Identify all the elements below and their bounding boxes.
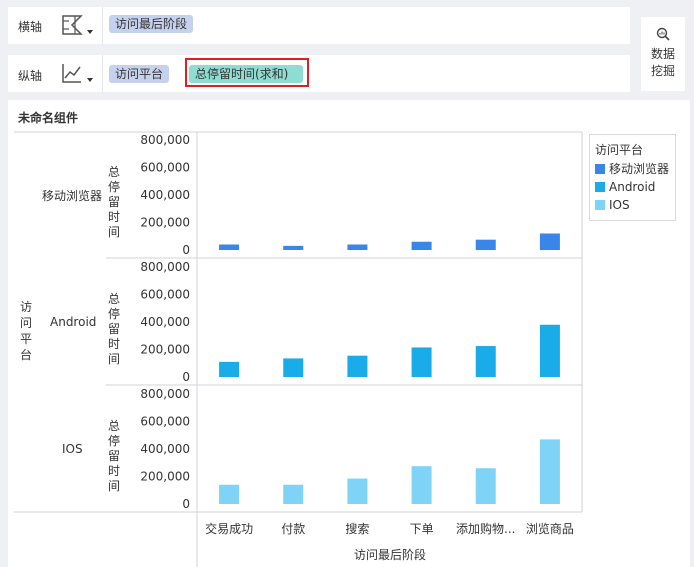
y-tick-label: 200,000 <box>140 343 190 357</box>
y-tick-label: 600,000 <box>140 288 190 302</box>
x-tick-label: 付款 <box>281 522 305 536</box>
y-tick-label: 800,000 <box>140 133 190 147</box>
x-tick-label: 搜索 <box>345 521 369 536</box>
y-tick-label: 600,000 <box>140 161 190 175</box>
legend-item-ios[interactable]: IOS <box>595 197 630 213</box>
legend-label-mobile: 移动浏览器 <box>609 162 670 176</box>
y-tick-label: 200,000 <box>140 216 190 230</box>
y-tick-label: 0 <box>182 497 190 511</box>
panel-ylabel-android: 总停留时间 <box>108 292 120 366</box>
panel-mobile: 800,000 600,000 400,000 200,000 0 总停留时间 <box>108 133 560 257</box>
bar-mobile-1[interactable] <box>283 245 304 250</box>
bar-android-3[interactable] <box>411 347 432 377</box>
bar-ios-2[interactable] <box>347 478 368 504</box>
bar-android-2[interactable] <box>347 355 368 377</box>
y-tick-label: 0 <box>182 243 190 257</box>
y-tick-label: 0 <box>182 370 190 384</box>
row-header-ios: IOS <box>62 442 83 456</box>
x-axis-title: 访问最后阶段 <box>354 547 426 562</box>
bar-android-5[interactable] <box>539 324 560 377</box>
x-tick-label: 交易成功 <box>205 521 253 536</box>
bar-android-0[interactable] <box>219 361 240 377</box>
row-header-android: Android <box>50 315 96 329</box>
y-tick-label: 800,000 <box>140 260 190 274</box>
trellis-bar-chart: 移动浏览器 Android IOS 800,000 600,000 400,000 2… <box>14 131 583 567</box>
panel-android: 800,000 600,000 400,000 200,000 0 总停留时间 <box>108 260 560 384</box>
chart-panels: 800,000600,000400,000200,0000总停留时间800,00… <box>108 133 560 511</box>
row-header-mobile: 移动浏览器 <box>42 188 102 203</box>
y-tick-label: 600,000 <box>140 415 190 429</box>
x-tick-label: 下单 <box>410 522 434 536</box>
legend-item-android[interactable]: Android <box>595 179 655 195</box>
y-tick-label: 400,000 <box>140 315 190 329</box>
bar-ios-1[interactable] <box>283 484 304 504</box>
y-tick-label: 400,000 <box>140 188 190 202</box>
bar-android-1[interactable] <box>283 358 304 377</box>
bar-mobile-2[interactable] <box>347 244 368 251</box>
legend-item-mobile[interactable]: 移动浏览器 <box>595 161 669 177</box>
row-dimension-label: 访问平台 <box>20 300 32 362</box>
bar-ios-0[interactable] <box>219 484 240 504</box>
bar-ios-5[interactable] <box>539 439 560 504</box>
y-tick-label: 400,000 <box>140 442 190 456</box>
legend-label-android: Android <box>609 180 656 194</box>
x-tick-label: 浏览商品 <box>526 521 574 536</box>
y-tick-label: 200,000 <box>140 470 190 484</box>
legend-swatch-ios <box>595 200 605 210</box>
panel-ylabel-mobile: 总停留时间 <box>108 165 120 239</box>
legend-swatch-mobile <box>595 164 605 174</box>
panel-ylabel-ios: 总停留时间 <box>108 419 120 493</box>
bar-mobile-3[interactable] <box>411 241 432 250</box>
x-tick-label: 添加购物... <box>456 521 515 536</box>
bar-ios-3[interactable] <box>411 466 432 504</box>
x-axis-ticks: 交易成功 付款 搜索 下单 添加购物... 浏览商品 <box>205 521 574 536</box>
bar-android-4[interactable] <box>475 346 496 377</box>
y-tick-label: 800,000 <box>140 387 190 401</box>
bar-mobile-5[interactable] <box>539 233 560 251</box>
legend: 访问平台 移动浏览器 Android IOS <box>589 134 676 221</box>
legend-swatch-android <box>595 182 605 192</box>
bar-mobile-4[interactable] <box>475 239 496 250</box>
legend-label-ios: IOS <box>609 198 630 212</box>
legend-title: 访问平台 <box>595 143 644 157</box>
bar-ios-4[interactable] <box>475 468 496 504</box>
panel-ios: 800,000 600,000 400,000 200,000 0 总停留时间 <box>108 387 560 511</box>
bar-mobile-0[interactable] <box>219 244 240 251</box>
